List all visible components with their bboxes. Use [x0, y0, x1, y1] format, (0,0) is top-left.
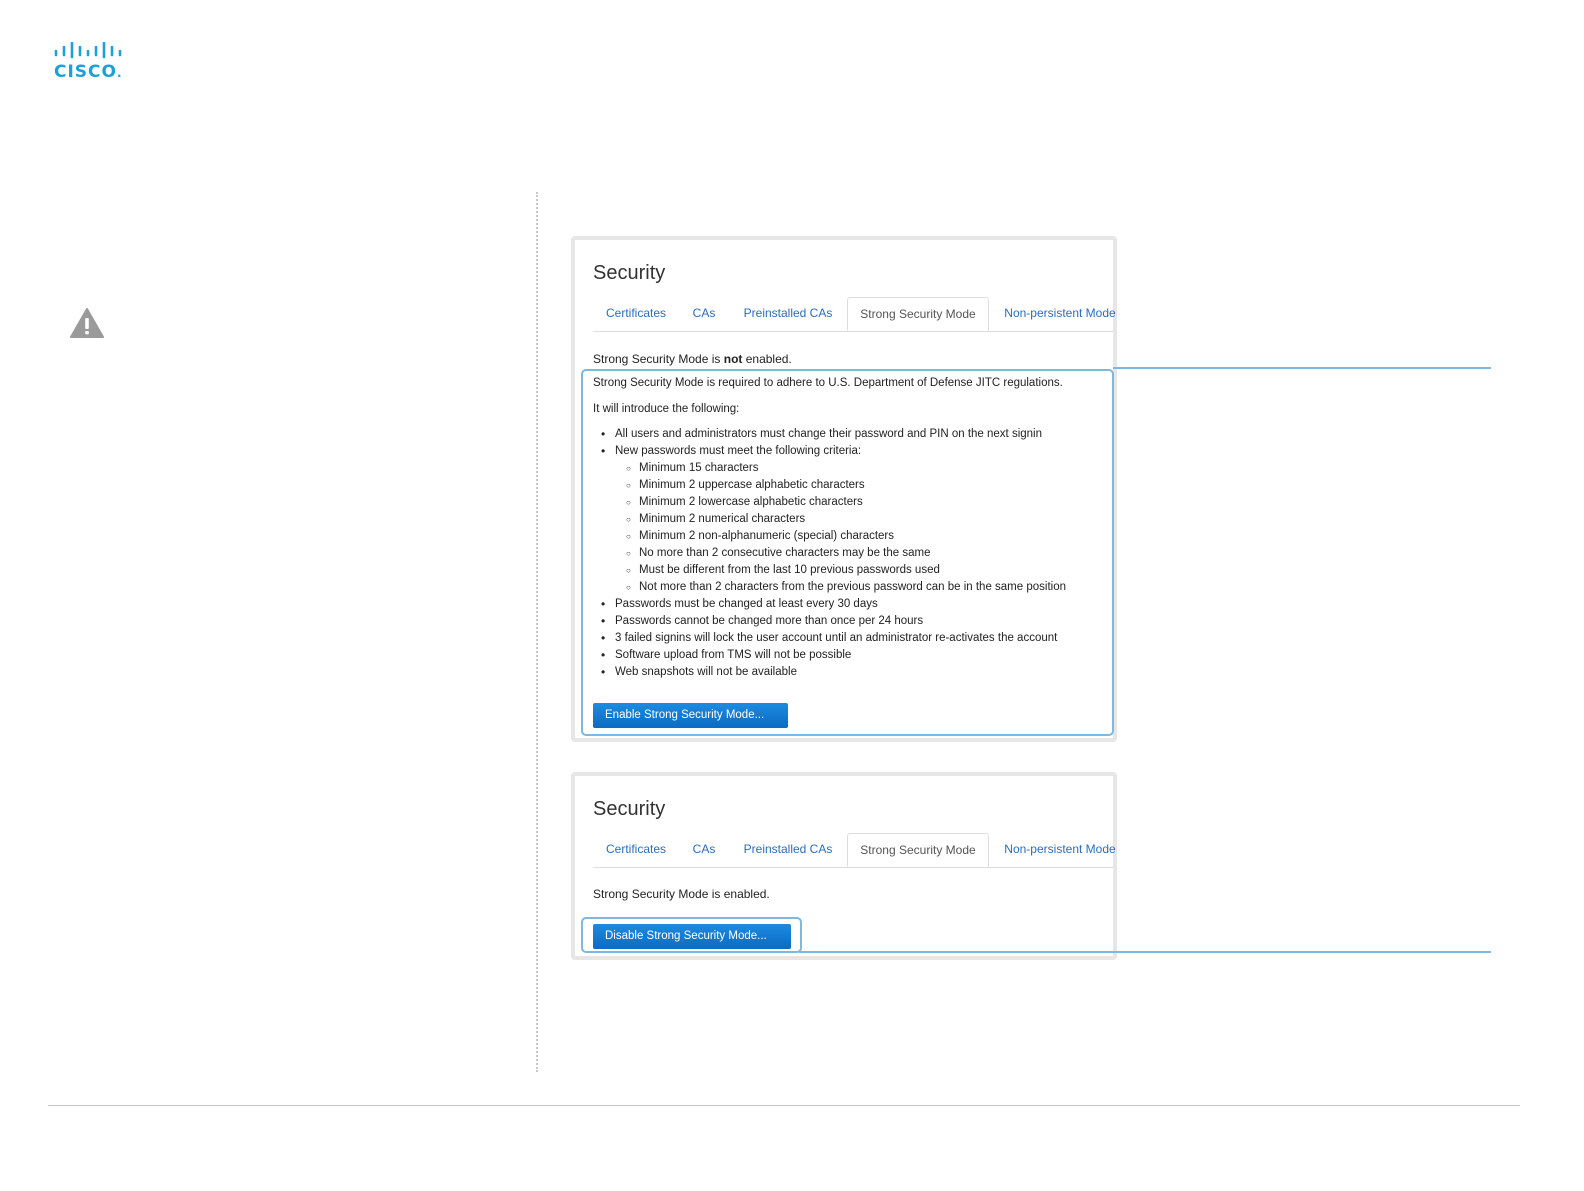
- cisco-bridge-icon: [54, 42, 122, 59]
- tab-certificates[interactable]: Certificates: [593, 297, 679, 330]
- disable-strong-security-button[interactable]: Disable Strong Security Mode...: [593, 924, 791, 949]
- intro-text: Strong Security Mode is required to adhe…: [593, 377, 1063, 389]
- list-item: New passwords must meet the following cr…: [593, 443, 1066, 460]
- column-divider: [536, 192, 538, 1072]
- tab-strong-security-mode[interactable]: Strong Security Mode: [847, 833, 989, 867]
- sub-list-item: Minimum 2 lowercase alphabetic character…: [593, 494, 1066, 511]
- tab-bar: Certificates CAs Preinstalled CAs Strong…: [593, 297, 1116, 332]
- callout-line-2: [799, 951, 1491, 953]
- list-item: Web snapshots will not be available: [593, 664, 1066, 681]
- panel-title: Security: [593, 798, 666, 820]
- status-prefix: Strong Security Mode is: [593, 352, 724, 366]
- cisco-wordmark: CISCO.: [54, 62, 123, 82]
- sub-list-item: Minimum 2 numerical characters: [593, 511, 1066, 528]
- warning-triangle-icon: [70, 308, 104, 338]
- tab-preinstalled-cas[interactable]: Preinstalled CAs: [729, 833, 847, 866]
- tab-non-persistent-mode[interactable]: Non-persistent Mode: [989, 297, 1131, 330]
- tab-cas[interactable]: CAs: [679, 833, 729, 866]
- tab-certificates[interactable]: Certificates: [593, 833, 679, 866]
- security-panel-enabled: Security Certificates CAs Preinstalled C…: [571, 772, 1117, 960]
- list-item: Passwords cannot be changed more than on…: [593, 613, 1066, 630]
- sub-list-item: Minimum 15 characters: [593, 460, 1066, 477]
- status-text: Strong Security Mode is enabled.: [593, 887, 770, 901]
- status-bold: not: [723, 352, 743, 366]
- sub-list-item: Must be different from the last 10 previ…: [593, 562, 1066, 579]
- cisco-logo: CISCO.: [54, 42, 126, 82]
- tab-strong-security-mode[interactable]: Strong Security Mode: [847, 297, 989, 331]
- callout-line-1: [1113, 367, 1491, 369]
- sub-list-item: No more than 2 consecutive characters ma…: [593, 545, 1066, 562]
- list-item: Software upload from TMS will not be pos…: [593, 647, 1066, 664]
- tab-bar: Certificates CAs Preinstalled CAs Strong…: [593, 833, 1116, 868]
- tab-non-persistent-mode[interactable]: Non-persistent Mode: [989, 833, 1131, 866]
- lead-text: It will introduce the following:: [593, 403, 740, 415]
- requirements-list: All users and administrators must change…: [593, 426, 1066, 681]
- status-text: Strong Security Mode is not enabled.: [593, 352, 792, 366]
- sub-list-item: Minimum 2 non-alphanumeric (special) cha…: [593, 528, 1066, 545]
- list-item: 3 failed signins will lock the user acco…: [593, 630, 1066, 647]
- status-suffix: enabled.: [742, 352, 792, 366]
- panel-title: Security: [593, 262, 666, 284]
- cisco-wordmark-text: CISCO: [54, 62, 117, 82]
- sub-list-item: Minimum 2 uppercase alphabetic character…: [593, 477, 1066, 494]
- list-item: All users and administrators must change…: [593, 426, 1066, 443]
- tab-cas[interactable]: CAs: [679, 297, 729, 330]
- security-panel-disabled: Security Certificates CAs Preinstalled C…: [571, 236, 1117, 742]
- list-item: Passwords must be changed at least every…: [593, 596, 1066, 613]
- sub-list-item: Not more than 2 characters from the prev…: [593, 579, 1066, 596]
- enable-strong-security-button[interactable]: Enable Strong Security Mode...: [593, 703, 788, 728]
- tab-preinstalled-cas[interactable]: Preinstalled CAs: [729, 297, 847, 330]
- footer-divider: [48, 1105, 1520, 1106]
